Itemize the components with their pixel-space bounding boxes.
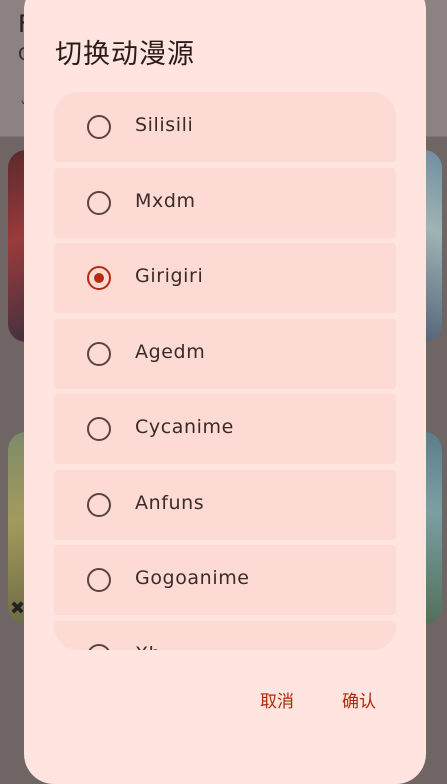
source-option[interactable]: Xb bbox=[54, 621, 396, 650]
source-option[interactable]: Agedm bbox=[54, 319, 396, 389]
source-option-label: Xb bbox=[135, 643, 161, 650]
source-option-label: Anfuns bbox=[135, 492, 205, 514]
source-option-label: Silisili bbox=[135, 114, 194, 136]
radio-unchecked-icon[interactable] bbox=[87, 191, 111, 215]
source-option[interactable]: Mxdm bbox=[54, 168, 396, 238]
confirm-button[interactable]: 确认 bbox=[332, 681, 386, 718]
radio-unchecked-icon[interactable] bbox=[87, 417, 111, 441]
source-option[interactable]: Girigiri bbox=[54, 243, 396, 313]
source-option[interactable]: Anfuns bbox=[54, 470, 396, 540]
radio-unchecked-icon[interactable] bbox=[87, 644, 111, 650]
source-option-label: Mxdm bbox=[135, 190, 196, 212]
close-icon: ✖ bbox=[10, 598, 26, 619]
source-option[interactable]: Cycanime bbox=[54, 394, 396, 464]
source-option-list[interactable]: Silisili Mxdm Girigiri Agedm Cycanime Anfuns G… bbox=[54, 92, 396, 650]
source-option-label: Gogoanime bbox=[135, 567, 250, 589]
dialog-title: 切换动漫源 bbox=[55, 39, 195, 70]
source-option-label: Agedm bbox=[135, 341, 206, 363]
source-option[interactable]: Gogoanime bbox=[54, 545, 396, 615]
cancel-button[interactable]: 取消 bbox=[250, 681, 304, 718]
radio-unchecked-icon[interactable] bbox=[87, 342, 111, 366]
source-option-label: Girigiri bbox=[135, 265, 204, 287]
radio-unchecked-icon[interactable] bbox=[87, 115, 111, 139]
radio-unchecked-icon[interactable] bbox=[87, 568, 111, 592]
radio-unchecked-icon[interactable] bbox=[87, 493, 111, 517]
source-option-label: Cycanime bbox=[135, 416, 234, 438]
switch-source-dialog: 切换动漫源 Silisili Mxdm Girigiri Agedm Cycanime A… bbox=[24, 0, 426, 784]
radio-checked-icon[interactable] bbox=[87, 266, 111, 290]
source-option[interactable]: Silisili bbox=[54, 92, 396, 162]
